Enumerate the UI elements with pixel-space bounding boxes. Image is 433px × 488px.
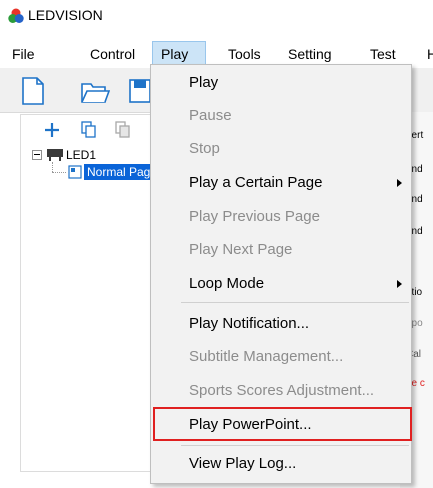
menu-setting[interactable]: Setting <box>288 46 332 62</box>
menu-item-loop-mode[interactable]: Loop Mode <box>189 275 264 292</box>
menu-tools[interactable]: Tools <box>228 46 261 62</box>
menu-control[interactable]: Control <box>90 46 135 62</box>
app-title: LEDVISION <box>28 7 103 23</box>
menu-file[interactable]: File <box>12 46 35 62</box>
tree-root-label[interactable]: LED1 <box>66 148 96 162</box>
menu-item-play-previous-page[interactable]: Play Previous Page <box>189 208 320 225</box>
add-icon[interactable] <box>42 120 62 140</box>
submenu-arrow-icon <box>397 179 402 187</box>
new-file-icon[interactable] <box>20 76 46 106</box>
menu-item-subtitle-management[interactable]: Subtitle Management... <box>189 348 343 365</box>
play-menu-dropdown: Play Pause Stop Play a Certain Page Play… <box>150 64 412 484</box>
menu-item-play[interactable]: Play <box>189 74 218 91</box>
menu-item-play-powerpoint[interactable]: Play PowerPoint... <box>189 416 312 433</box>
menu-item-play-notification[interactable]: Play Notification... <box>189 315 309 332</box>
page-icon <box>68 165 82 179</box>
menu-item-pause[interactable]: Pause <box>189 107 232 124</box>
menu-separator <box>181 445 409 446</box>
menu-item-play-next-page[interactable]: Play Next Page <box>189 241 292 258</box>
collapse-toggle-icon[interactable] <box>32 150 42 160</box>
menu-test[interactable]: Test <box>370 46 396 62</box>
menu-item-sports-scores-adjustment[interactable]: Sports Scores Adjustment... <box>189 382 374 399</box>
submenu-arrow-icon <box>397 280 402 288</box>
ledvision-logo-icon <box>8 8 24 23</box>
menu-help[interactable]: H <box>427 46 433 62</box>
paste-icon[interactable] <box>114 120 132 140</box>
menu-item-view-play-log[interactable]: View Play Log... <box>189 455 296 472</box>
menu-bar <box>0 42 433 66</box>
menu-item-stop[interactable]: Stop <box>189 140 220 157</box>
led-screen-icon <box>47 149 63 161</box>
tree-item-selected[interactable]: Normal Pag <box>84 164 150 180</box>
menu-play-label: Play <box>161 46 189 62</box>
save-icon[interactable] <box>128 76 152 106</box>
open-folder-icon[interactable] <box>80 76 110 106</box>
copy-icon[interactable] <box>80 120 98 140</box>
title-bar: LEDVISION <box>0 0 433 32</box>
menu-item-play-certain-page[interactable]: Play a Certain Page <box>189 174 322 191</box>
menu-separator <box>181 302 409 303</box>
menu-play[interactable]: Play <box>152 41 206 66</box>
tree-child-label: Normal Pag <box>87 165 151 179</box>
